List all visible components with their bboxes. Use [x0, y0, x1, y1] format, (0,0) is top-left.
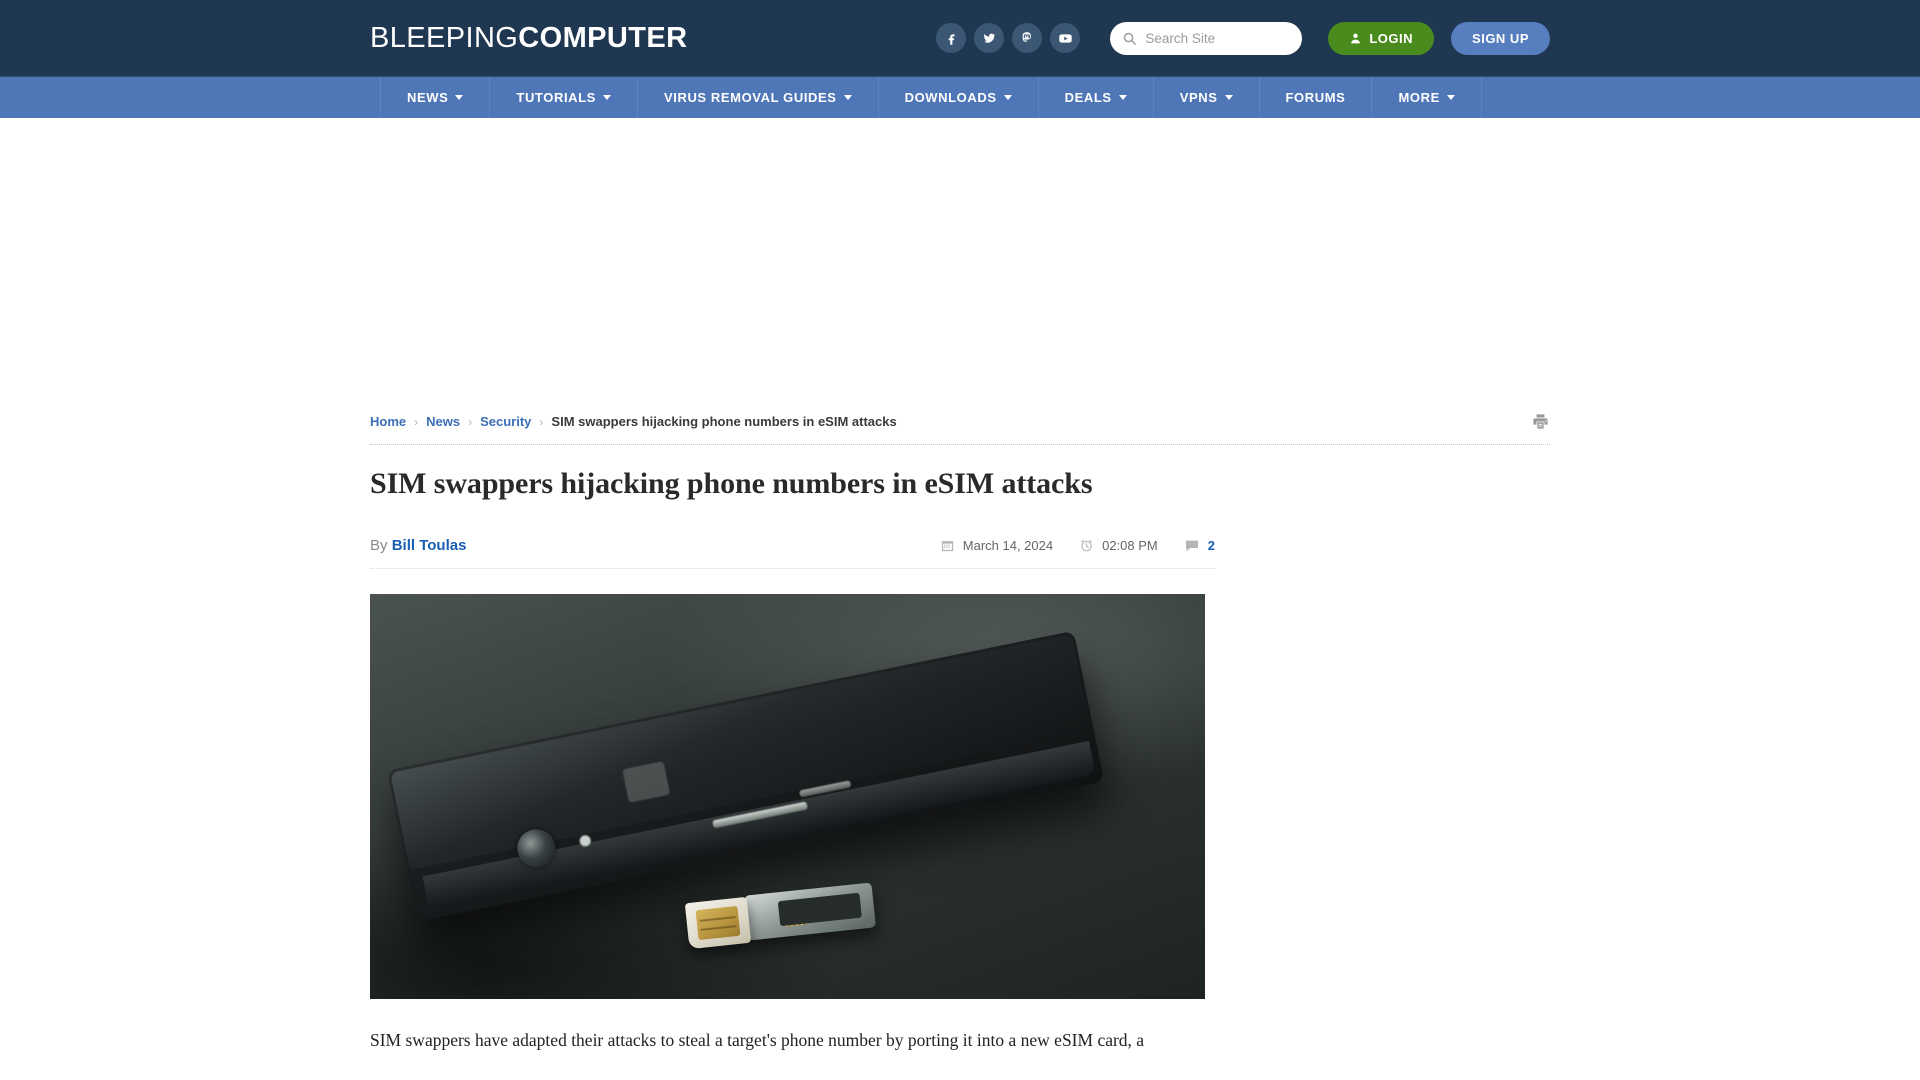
publish-time: 02:08 PM: [1079, 538, 1158, 553]
nav-item-vpns[interactable]: VPNS: [1152, 77, 1259, 118]
mastodon-icon[interactable]: [1012, 23, 1043, 53]
logo-text-bold: COMPUTER: [518, 21, 688, 54]
sim-tray-contacts: [783, 900, 808, 927]
byline: By Bill Toulas: [370, 537, 466, 554]
nav-item-label: NEWS: [407, 90, 449, 105]
time-text: 02:08 PM: [1102, 538, 1158, 553]
search-box[interactable]: [1110, 21, 1303, 55]
chevron-down-icon: [1224, 95, 1233, 100]
nav-items-container: NEWS TUTORIALS VIRUS REMOVAL GUIDES DOWNLOA…: [380, 77, 1540, 118]
chevron-down-icon: [602, 95, 611, 100]
breadcrumb-row: Home › News › Security › SIM swappers hijackin…: [370, 398, 1550, 431]
clock-icon: [1081, 539, 1092, 552]
header-actions: LOGIN SIGN UP: [936, 21, 1550, 55]
breadcrumb-item-news[interactable]: News: [426, 414, 460, 429]
site-header: BLEEPINGCOMPUTER LOGIN: [0, 0, 1920, 76]
nav-item-virus-removal-guides[interactable]: VIRUS REMOVAL GUIDES: [636, 77, 878, 118]
chevron-down-icon: [1003, 95, 1012, 100]
breadcrumb-separator: ›: [414, 414, 419, 429]
nav-item-tutorials[interactable]: TUTORIALS: [489, 77, 637, 118]
main-navigation: NEWS TUTORIALS VIRUS REMOVAL GUIDES DOWNLOA…: [0, 76, 1920, 118]
comment-count[interactable]: 2: [1184, 538, 1215, 554]
search-icon: [1124, 32, 1137, 45]
chevron-down-icon: [1446, 95, 1455, 100]
date-text: March 14, 2024: [962, 538, 1054, 553]
nav-item-label: TUTORIALS: [516, 90, 596, 105]
article-hero-image: [370, 594, 1205, 999]
facebook-icon[interactable]: [936, 23, 967, 53]
printer-icon[interactable]: [1531, 412, 1550, 431]
article-body-paragraph: SIM swappers have adapted their attacks …: [370, 1030, 1145, 1050]
signup-label: SIGN UP: [1472, 30, 1529, 46]
chevron-down-icon: [455, 95, 464, 100]
nav-item-label: FORUMS: [1285, 90, 1346, 105]
publish-date: March 14, 2024: [940, 538, 1053, 553]
nav-item-news[interactable]: NEWS: [380, 77, 489, 118]
nav-item-deals[interactable]: DEALS: [1037, 77, 1153, 118]
author-link[interactable]: Bill Toulas: [392, 537, 467, 554]
search-input[interactable]: [1145, 30, 1291, 46]
chevron-down-icon: [1118, 95, 1127, 100]
nav-item-label: DEALS: [1064, 90, 1112, 105]
breadcrumb-item-current: SIM swappers hijacking phone numbers in …: [551, 414, 897, 429]
breadcrumb-separator: ›: [468, 414, 473, 429]
meta-group: March 14, 2024 02:08 PM 2: [940, 538, 1215, 554]
nav-item-label: VIRUS REMOVAL GUIDES: [663, 90, 837, 105]
article: SIM swappers hijacking phone numbers in …: [370, 445, 1215, 1054]
comment-count-value[interactable]: 2: [1208, 538, 1215, 553]
article-meta-row: By Bill Toulas March 14, 2024 02:08 PM 2: [370, 537, 1215, 569]
page-title: SIM swappers hijacking phone numbers in …: [370, 467, 1093, 500]
chevron-down-icon: [843, 95, 852, 100]
page-content: Home › News › Security › SIM swappers hijackin…: [370, 398, 1550, 1054]
breadcrumb-item-home[interactable]: Home: [370, 414, 406, 429]
sim-chip: [695, 906, 741, 941]
user-icon: [1351, 33, 1361, 43]
breadcrumb-separator: ›: [539, 414, 544, 429]
breadcrumb-item-security[interactable]: Security: [480, 414, 531, 429]
login-label: LOGIN: [1369, 30, 1414, 46]
nav-item-label: DOWNLOADS: [904, 90, 997, 105]
calendar-icon: [941, 541, 953, 552]
sim-card: [685, 897, 752, 950]
nav-item-forums[interactable]: FORUMS: [1258, 77, 1372, 118]
nav-item-more[interactable]: MORE: [1371, 77, 1482, 118]
nav-item-label: MORE: [1398, 90, 1440, 105]
by-label: By: [370, 537, 388, 554]
twitter-icon[interactable]: [974, 23, 1005, 53]
breadcrumb: Home › News › Security › SIM swappers hijackin…: [370, 414, 897, 429]
nav-item-downloads[interactable]: DOWNLOADS: [877, 77, 1038, 118]
comment-icon: [1185, 540, 1198, 551]
login-button[interactable]: LOGIN: [1328, 21, 1435, 55]
logo-text-light: BLEEPING: [370, 21, 519, 54]
site-logo[interactable]: BLEEPING COMPUTER: [370, 21, 688, 54]
signup-button[interactable]: SIGN UP: [1451, 21, 1550, 55]
youtube-icon[interactable]: [1050, 23, 1081, 53]
nav-item-label: VPNS: [1179, 90, 1218, 105]
advertisement-slot: [0, 118, 1920, 398]
